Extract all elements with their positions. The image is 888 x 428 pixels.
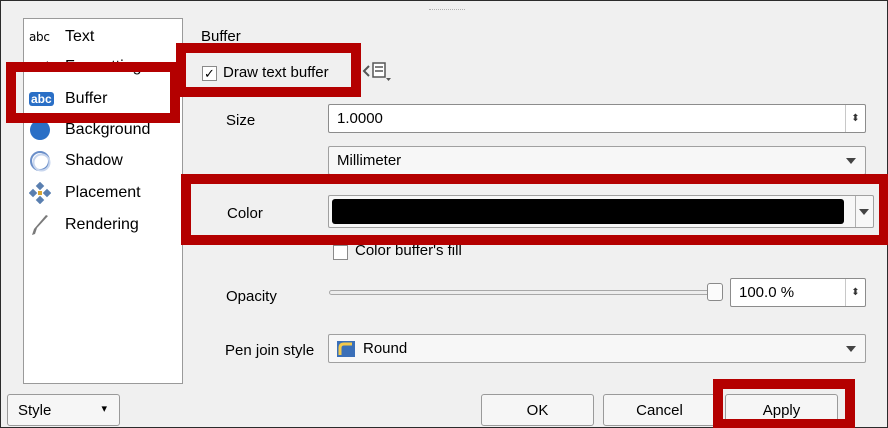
pen-join-style-value: Round [363,340,408,357]
opacity-spinbox[interactable]: 100.0 % ⬍ [730,278,866,307]
style-button-label: Style [18,401,52,419]
sidebar-item-placement[interactable]: Placement [29,181,141,205]
resize-grip[interactable] [429,9,465,11]
settings-category-list: abc Text +ab Formatting abc Buffer Backg… [23,18,183,384]
sidebar-item-label: Placement [65,184,141,201]
background-circle-icon [29,119,65,141]
opacity-spin-arrows-icon[interactable]: ⬍ [845,279,865,306]
data-defined-override-icon[interactable] [361,59,393,85]
unit-value: Millimeter [337,152,402,169]
sidebar-item-label: Rendering [65,216,139,233]
size-spinbox[interactable]: 1.0000 ⬍ [328,104,866,133]
draw-text-buffer-checkbox[interactable]: ✓ [202,66,217,81]
shadow-icon [29,150,65,172]
draw-text-buffer-label[interactable]: Draw text buffer [223,64,329,81]
placement-icon [29,182,65,204]
sidebar-item-label: Background [65,121,151,138]
label-settings-panel: abc Text +ab Formatting abc Buffer Backg… [0,0,888,428]
size-spin-arrows-icon[interactable]: ⬍ [845,105,865,132]
sidebar-item-buffer[interactable]: abc Buffer [29,87,107,111]
sidebar-item-background[interactable]: Background [29,118,150,142]
sidebar-item-label: Formatting [65,58,142,75]
color-swatch [332,199,844,224]
sidebar-item-rendering[interactable]: Rendering [29,213,139,237]
join-round-icon [337,340,355,357]
sidebar-item-shadow[interactable]: Shadow [29,149,123,173]
color-button[interactable] [328,195,874,228]
opacity-slider-handle[interactable] [707,283,723,301]
color-buffer-fill-checkbox[interactable] [333,245,348,260]
sidebar-item-text[interactable]: abc Text [29,25,94,49]
buffer-group-title: Buffer [201,28,241,45]
color-label: Color [227,205,263,222]
chevron-down-icon: ▾ [101,403,107,415]
pen-join-style-label: Pen join style [225,342,315,359]
ok-button[interactable]: OK [481,394,594,426]
rendering-brush-icon [29,214,65,236]
pen-join-style-combobox[interactable]: Round [328,334,866,363]
sidebar-item-label: Text [65,28,95,45]
cancel-button-label: Cancel [636,401,683,419]
chevron-down-icon [846,158,856,164]
apply-button-label: Apply [762,401,801,419]
sidebar-item-formatting[interactable]: +ab Formatting [29,55,141,79]
color-buffer-fill-label[interactable]: Color buffer's fill [355,242,462,259]
chevron-down-icon [846,346,856,352]
sidebar-item-label: Buffer [65,90,108,107]
opacity-slider-track[interactable] [329,290,719,295]
ok-button-label: OK [526,401,549,419]
opacity-label: Opacity [226,288,277,305]
style-menu-button[interactable]: Style ▾ [7,394,120,426]
chevron-down-icon [859,209,869,215]
abc-formatting-icon: +ab [29,60,54,74]
color-menu-button[interactable] [855,196,873,227]
apply-button[interactable]: Apply [725,394,838,426]
size-label: Size [226,112,256,129]
abc-buffer-icon: abc [29,92,54,106]
opacity-value: 100.0 % [739,284,795,301]
abc-text-icon: abc [29,30,50,44]
unit-combobox[interactable]: Millimeter [328,146,866,175]
check-mark-icon: ✓ [204,66,215,81]
cancel-button[interactable]: Cancel [603,394,716,426]
size-value: 1.0000 [337,110,383,127]
sidebar-item-label: Shadow [65,152,123,169]
